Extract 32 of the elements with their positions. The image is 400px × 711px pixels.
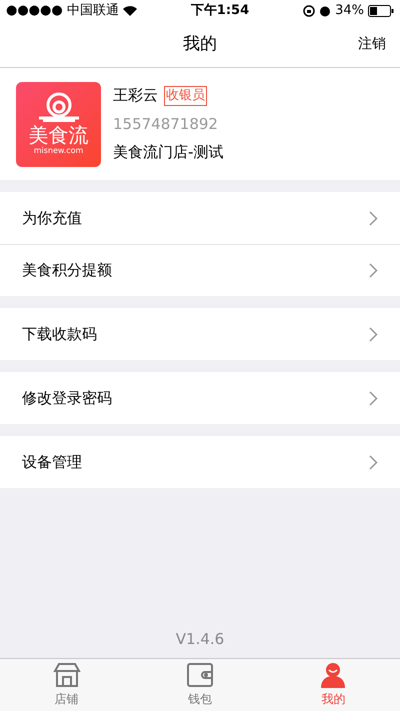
rotation-lock-icon [303,5,316,17]
chevron-right-icon [369,326,378,342]
menu-item[interactable]: 修改登录密码 [0,372,400,424]
logout-button[interactable]: 注销 [358,34,386,55]
user-name: 王彩云 [113,85,158,106]
logo-domain: misnew.com [34,146,84,156]
menu-item[interactable]: 美食积分提额 [0,244,400,296]
wallet-icon [186,662,214,688]
tab-bar-item[interactable]: 钱包 [133,659,267,711]
logo-name: 美食流 [28,124,88,146]
store-icon [52,662,81,688]
menu-item[interactable]: 设备管理 [0,436,400,488]
store-name: 美食流门店-测试 [113,142,224,164]
carrier-text: ●●●●● 中国联通 [6,2,119,20]
menu-item[interactable]: 下载收款码 [0,308,400,360]
tab-bar-item[interactable]: 店铺 [0,659,134,711]
chevron-right-icon [369,263,378,278]
battery-text: 34% [335,2,364,20]
tab-bar-item[interactable]: 我的 [266,659,400,711]
chevron-right-icon [369,454,378,470]
wifi-icon [122,6,137,16]
logo-icon [36,92,80,122]
chevron-right-icon [369,390,378,406]
role-tag: 收银员 [164,86,207,106]
chevron-right-icon [369,210,378,226]
page-title: 我的 [183,32,217,56]
phone-number: 15574871892 [113,114,219,135]
user-icon [319,662,348,688]
version-text: V1.4.6 [176,628,224,650]
menu-item[interactable]: 为你充值 [0,192,400,244]
battery-icon [368,5,394,17]
status-time: 下午1:54 [190,2,250,20]
